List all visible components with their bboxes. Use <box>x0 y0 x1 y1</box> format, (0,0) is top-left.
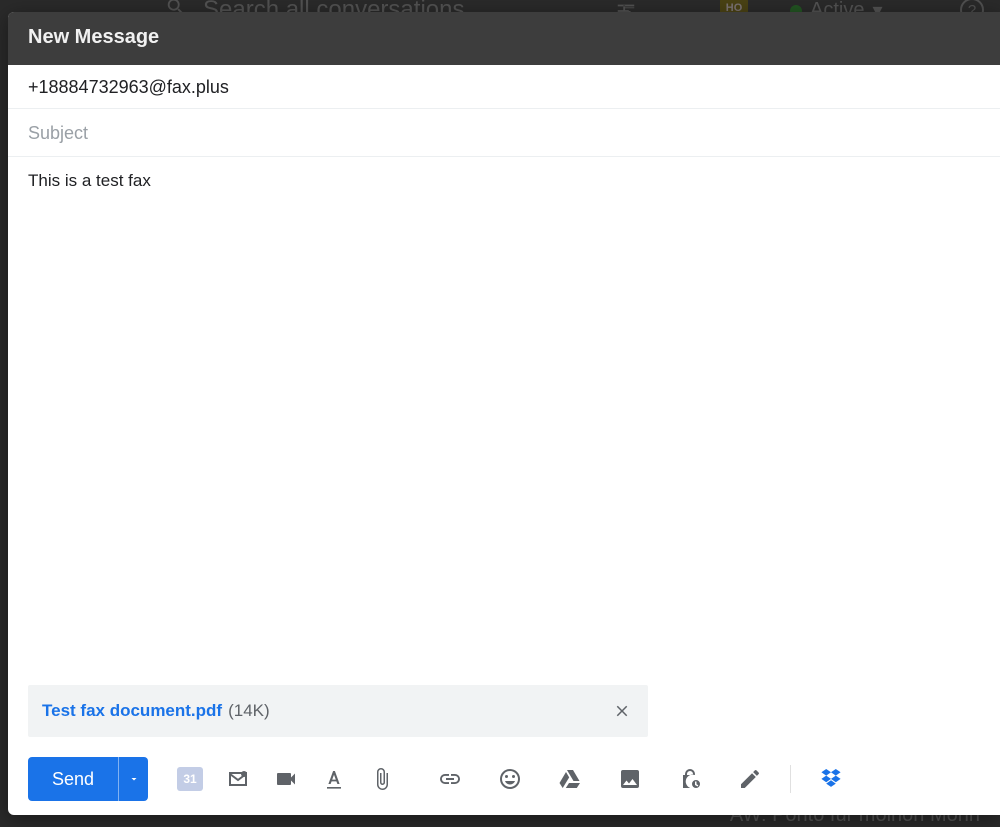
text-format-icon <box>322 767 346 791</box>
attachment-filename: Test fax document.pdf <box>42 701 222 721</box>
send-button[interactable]: Send <box>28 757 118 801</box>
image-icon <box>618 767 642 791</box>
attachment-chip[interactable]: Test fax document.pdf (14K) <box>28 685 648 737</box>
to-value: +18884732963@fax.plus <box>28 77 229 97</box>
signature-button[interactable] <box>722 759 778 799</box>
insert-calendar-button[interactable]: 31 <box>168 759 212 799</box>
insert-drive-button[interactable] <box>542 759 598 799</box>
tracking-button[interactable] <box>216 759 260 799</box>
to-field[interactable]: +18884732963@fax.plus <box>8 65 1000 109</box>
formatting-button[interactable] <box>312 759 356 799</box>
calendar-icon: 31 <box>177 767 203 791</box>
compose-title[interactable]: New Message <box>8 12 1000 65</box>
send-options-button[interactable] <box>118 757 148 801</box>
compose-toolbar: Send 31 <box>8 751 1000 815</box>
link-icon <box>438 767 462 791</box>
confidential-button[interactable] <box>662 759 718 799</box>
triangle-down-icon <box>128 773 140 785</box>
insert-link-button[interactable] <box>422 759 478 799</box>
message-body[interactable]: This is a test fax <box>8 157 1000 685</box>
close-icon <box>613 702 631 720</box>
send-button-group: Send <box>28 757 148 801</box>
remove-attachment-button[interactable] <box>608 697 636 725</box>
pen-icon <box>738 767 762 791</box>
compose-dialog: New Message +18884732963@fax.plus This i… <box>8 12 1000 815</box>
subject-row <box>8 109 1000 157</box>
dropbox-button[interactable] <box>803 759 859 799</box>
envelope-track-icon <box>226 767 250 791</box>
insert-video-button[interactable] <box>264 759 308 799</box>
dropbox-icon <box>819 767 843 791</box>
attachment-size: (14K) <box>228 701 270 721</box>
paperclip-icon <box>370 767 394 791</box>
emoji-icon <box>498 767 522 791</box>
drive-icon <box>558 767 582 791</box>
attach-file-button[interactable] <box>360 759 404 799</box>
insert-image-button[interactable] <box>602 759 658 799</box>
video-icon <box>274 767 298 791</box>
toolbar-separator <box>790 765 791 793</box>
lock-clock-icon <box>678 767 702 791</box>
insert-emoji-button[interactable] <box>482 759 538 799</box>
subject-input[interactable] <box>28 121 980 146</box>
